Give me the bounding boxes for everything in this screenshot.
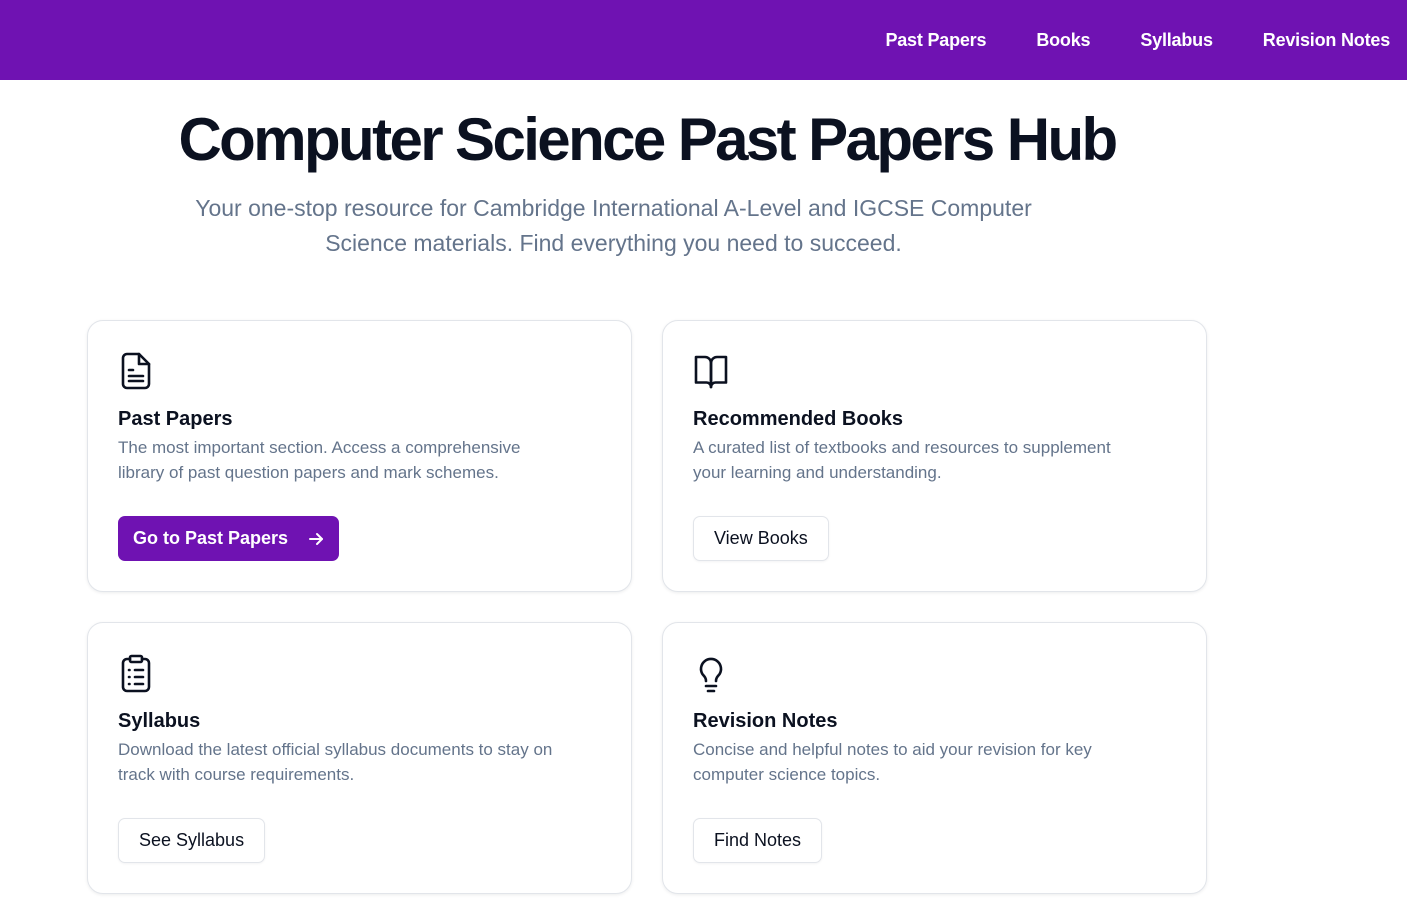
main-nav: Past Papers Books Syllabus Revision Note…	[835, 0, 1390, 80]
button-label: Go to Past Papers	[133, 528, 289, 548]
card-revision-notes: Revision Notes Concise and helpful notes…	[662, 622, 1207, 894]
card-title: Syllabus	[118, 710, 201, 732]
card-description-line-1: A curated list of textbooks and resource…	[693, 438, 1111, 457]
card-description-line-1: The most important section. Access a com…	[118, 438, 521, 457]
nav-link-books[interactable]: Books	[1036, 30, 1090, 51]
nav-link-past-papers[interactable]: Past Papers	[885, 30, 986, 51]
card-description: Download the latest official syllabus do…	[118, 737, 598, 787]
see-syllabus-button[interactable]: See Syllabus	[118, 818, 266, 863]
card-description: Concise and helpful notes to aid your re…	[693, 737, 1173, 787]
page-subtitle-line-1: Your one-stop resource for Cambridge Int…	[195, 195, 1032, 221]
top-navbar: Past Papers Books Syllabus Revision Note…	[0, 0, 1407, 80]
card-description-line-2: your learning and understanding.	[693, 463, 942, 482]
card-description-line-1: Download the latest official syllabus do…	[118, 740, 553, 759]
card-past-papers: Past Papers The most important section. …	[87, 320, 632, 592]
nav-link-revision-notes[interactable]: Revision Notes	[1263, 30, 1390, 51]
book-open-icon	[693, 351, 729, 391]
view-books-button[interactable]: View Books	[693, 516, 829, 561]
clipboard-list-icon	[118, 653, 154, 693]
find-notes-button[interactable]: Find Notes	[693, 818, 823, 863]
arrow-right-icon	[308, 531, 324, 547]
nav-link-syllabus[interactable]: Syllabus	[1140, 30, 1213, 51]
card-description-line-2: computer science topics.	[693, 765, 881, 784]
card-description-line-2: library of past question papers and mark…	[118, 463, 499, 482]
card-title: Revision Notes	[693, 710, 838, 732]
card-title: Past Papers	[118, 408, 233, 430]
card-title: Recommended Books	[693, 408, 904, 430]
document-icon	[118, 351, 154, 391]
page-subtitle-line-2: Science materials. Find everything you n…	[325, 230, 902, 256]
card-description-line-1: Concise and helpful notes to aid your re…	[693, 740, 1092, 759]
card-recommended-books: Recommended Books A curated list of text…	[662, 320, 1207, 592]
go-to-past-papers-button[interactable]: Go to Past Papers	[118, 516, 340, 561]
card-description: A curated list of textbooks and resource…	[693, 435, 1173, 485]
card-description: The most important section. Access a com…	[118, 435, 598, 485]
page-title: Computer Science Past Papers Hub	[178, 106, 1118, 173]
card-description-line-2: track with course requirements.	[118, 765, 355, 784]
page-subtitle: Your one-stop resource for Cambridge Int…	[170, 191, 1057, 261]
card-syllabus: Syllabus Download the latest official sy…	[87, 622, 632, 894]
lightbulb-icon	[693, 653, 729, 693]
